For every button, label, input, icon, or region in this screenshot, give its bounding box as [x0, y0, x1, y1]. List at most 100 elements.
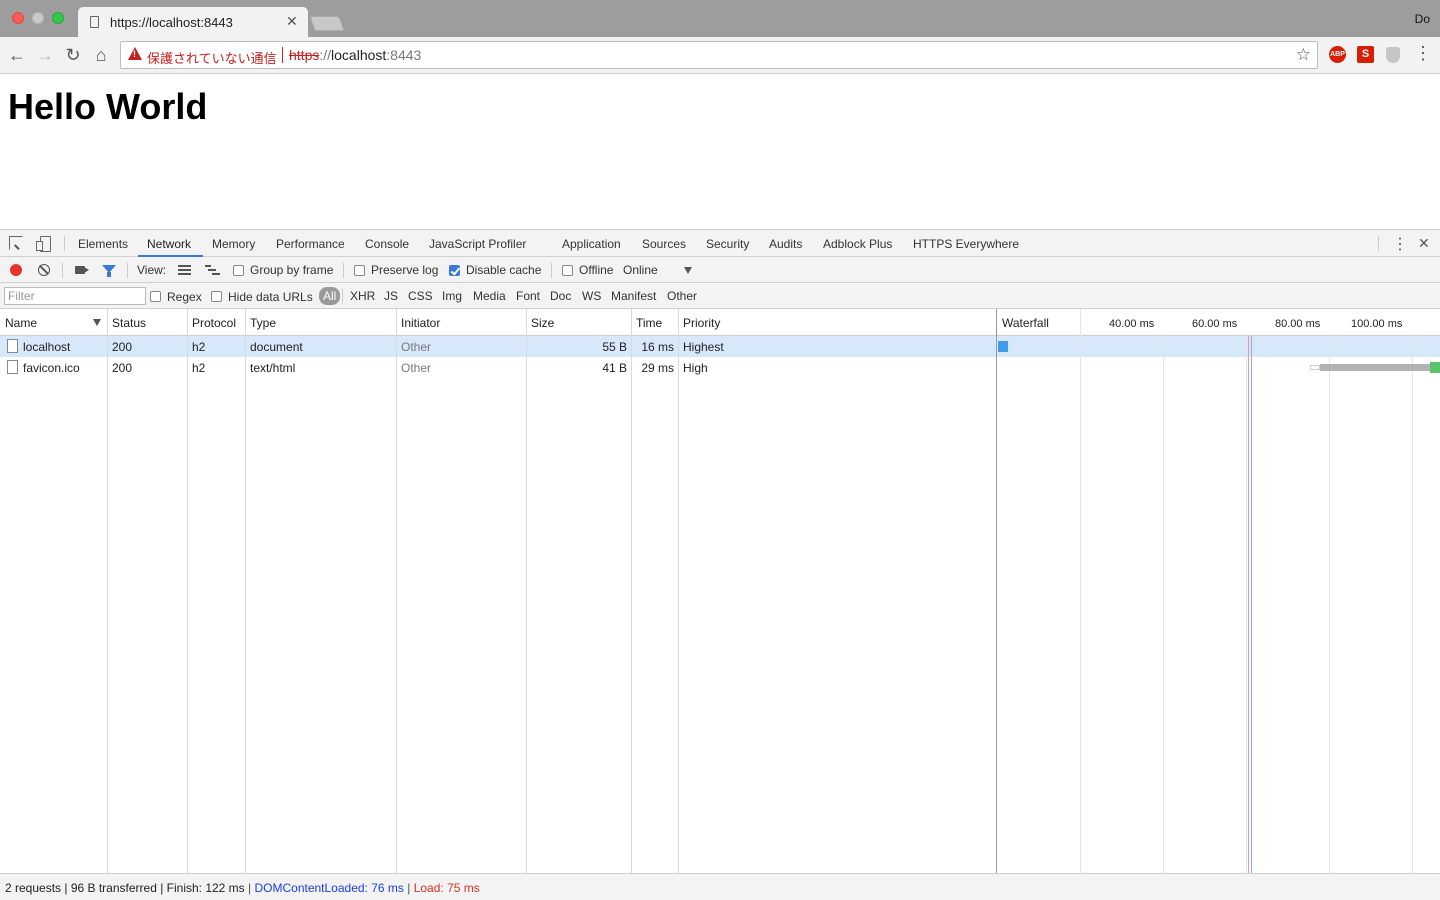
browser-menu-icon[interactable]: ⋮	[1414, 43, 1432, 64]
column-divider[interactable]	[107, 309, 108, 873]
preserve-log-label[interactable]: Preserve log	[371, 263, 438, 277]
url-port: :8443	[386, 47, 422, 63]
profile-label[interactable]: Do	[1415, 12, 1430, 26]
column-divider[interactable]	[245, 309, 246, 873]
tab-sources[interactable]: Sources	[642, 237, 686, 251]
table-row[interactable]: favicon.ico 200 h2 text/html Other 41 B …	[0, 357, 996, 378]
url-text[interactable]: https://localhost:8443	[289, 47, 421, 63]
column-divider[interactable]	[678, 309, 679, 873]
waterfall-bar-favicon-queue[interactable]	[1310, 365, 1320, 370]
chevron-down-icon[interactable]	[684, 267, 692, 274]
waterfall-bar-localhost[interactable]	[998, 341, 1008, 352]
cell-name[interactable]: favicon.ico	[23, 361, 80, 375]
tab-adblock-plus[interactable]: Adblock Plus	[823, 237, 892, 251]
large-rows-icon[interactable]	[178, 265, 191, 275]
filter-input[interactable]	[4, 287, 146, 305]
regex-checkbox[interactable]	[150, 291, 161, 302]
column-divider[interactable]	[187, 309, 188, 873]
column-divider[interactable]	[396, 309, 397, 873]
waterfall-bar-favicon-download[interactable]	[1430, 362, 1440, 373]
filter-type-img[interactable]: Img	[442, 289, 462, 303]
offline-checkbox[interactable]	[562, 265, 573, 276]
filter-icon[interactable]	[102, 265, 116, 277]
https-everywhere-icon[interactable]	[1386, 47, 1400, 63]
home-icon[interactable]: ⌂	[91, 45, 111, 65]
adblock-plus-icon[interactable]: ABP	[1329, 46, 1346, 63]
cell-type: text/html	[250, 361, 296, 375]
waterfall-tick: 60.00 ms	[1192, 318, 1238, 330]
column-time[interactable]: Time	[636, 316, 662, 330]
column-size[interactable]: Size	[531, 316, 554, 330]
column-priority[interactable]: Priority	[683, 316, 720, 330]
preserve-log-checkbox[interactable]	[354, 265, 365, 276]
devtools-more-icon[interactable]: ⋮	[1392, 234, 1408, 254]
sort-descending-icon[interactable]	[93, 319, 101, 326]
regex-label[interactable]: Regex	[167, 290, 202, 304]
warning-icon[interactable]	[128, 47, 142, 60]
tab-https-everywhere[interactable]: HTTPS Everywhere	[913, 237, 1019, 251]
disable-cache-checkbox[interactable]	[449, 265, 460, 276]
reload-icon[interactable]: ↻	[63, 45, 83, 65]
tab-title: https://localhost:8443	[110, 15, 233, 30]
column-protocol[interactable]: Protocol	[192, 316, 236, 330]
tab-javascript-profiler[interactable]: JavaScript Profiler	[429, 237, 526, 251]
column-name[interactable]: Name	[5, 316, 37, 330]
column-status[interactable]: Status	[112, 316, 146, 330]
waterfall-title[interactable]: Waterfall	[1002, 316, 1049, 330]
back-icon[interactable]: ←	[7, 45, 27, 65]
tab-performance[interactable]: Performance	[276, 237, 345, 251]
filter-type-css[interactable]: CSS	[408, 289, 433, 303]
filter-type-all[interactable]: All	[319, 287, 341, 305]
tab-security[interactable]: Security	[706, 237, 749, 251]
inspect-element-icon[interactable]	[9, 236, 23, 250]
waterfall-bar-favicon-wait[interactable]	[1320, 364, 1430, 371]
forward-icon[interactable]: →	[35, 45, 55, 65]
address-bar[interactable]: 保護されていない通信 https://localhost:8443 ☆	[120, 41, 1318, 69]
filter-type-other[interactable]: Other	[667, 289, 697, 303]
filter-type-font[interactable]: Font	[516, 289, 540, 303]
tab-memory[interactable]: Memory	[212, 237, 255, 251]
filter-type-manifest[interactable]: Manifest	[611, 289, 656, 303]
window-close-button[interactable]	[12, 12, 24, 24]
browser-tab[interactable]: https://localhost:8443 ✕	[78, 7, 308, 37]
devtools-close-icon[interactable]: ✕	[1418, 235, 1430, 252]
hide-data-urls-label[interactable]: Hide data URLs	[228, 290, 313, 304]
window-maximize-button[interactable]	[52, 12, 64, 24]
disable-cache-label[interactable]: Disable cache	[466, 263, 541, 277]
offline-label[interactable]: Offline	[579, 263, 613, 277]
bookmark-star-icon[interactable]: ☆	[1296, 45, 1311, 65]
clear-icon[interactable]	[38, 264, 50, 276]
tab-close-icon[interactable]: ✕	[286, 13, 298, 30]
column-initiator[interactable]: Initiator	[401, 316, 440, 330]
cell-type: document	[250, 340, 303, 354]
filter-type-ws[interactable]: WS	[582, 289, 601, 303]
cell-name[interactable]: localhost	[23, 340, 70, 354]
table-row[interactable]: localhost 200 h2 document Other 55 B 16 …	[0, 336, 996, 357]
window-minimize-button[interactable]	[32, 12, 44, 24]
capture-screenshots-icon[interactable]	[75, 266, 85, 274]
group-by-frame-checkbox[interactable]	[233, 265, 244, 276]
group-by-frame-label[interactable]: Group by frame	[250, 263, 333, 277]
security-status[interactable]: 保護されていない通信	[147, 48, 277, 67]
column-divider[interactable]	[526, 309, 527, 873]
filter-type-doc[interactable]: Doc	[550, 289, 571, 303]
filter-type-js[interactable]: JS	[384, 289, 398, 303]
tab-audits[interactable]: Audits	[769, 237, 802, 251]
tab-network[interactable]: Network	[147, 237, 191, 251]
record-icon[interactable]	[10, 264, 22, 276]
tab-console[interactable]: Console	[365, 237, 409, 251]
cell-size: 41 B	[602, 361, 627, 375]
tab-application[interactable]: Application	[562, 237, 621, 251]
dom-content-loaded-time: DOMContentLoaded: 76 ms	[254, 881, 404, 895]
device-toolbar-icon[interactable]	[36, 236, 51, 252]
column-type[interactable]: Type	[250, 316, 276, 330]
filter-type-xhr[interactable]: XHR	[350, 289, 375, 303]
tab-elements[interactable]: Elements	[78, 237, 128, 251]
overview-icon[interactable]	[205, 265, 220, 275]
new-tab-button[interactable]	[309, 16, 345, 31]
extension-s-icon[interactable]: S	[1357, 46, 1374, 63]
throttling-select[interactable]: Online	[623, 263, 658, 277]
filter-type-media[interactable]: Media	[473, 289, 506, 303]
column-divider[interactable]	[631, 309, 632, 873]
hide-data-urls-checkbox[interactable]	[211, 291, 222, 302]
